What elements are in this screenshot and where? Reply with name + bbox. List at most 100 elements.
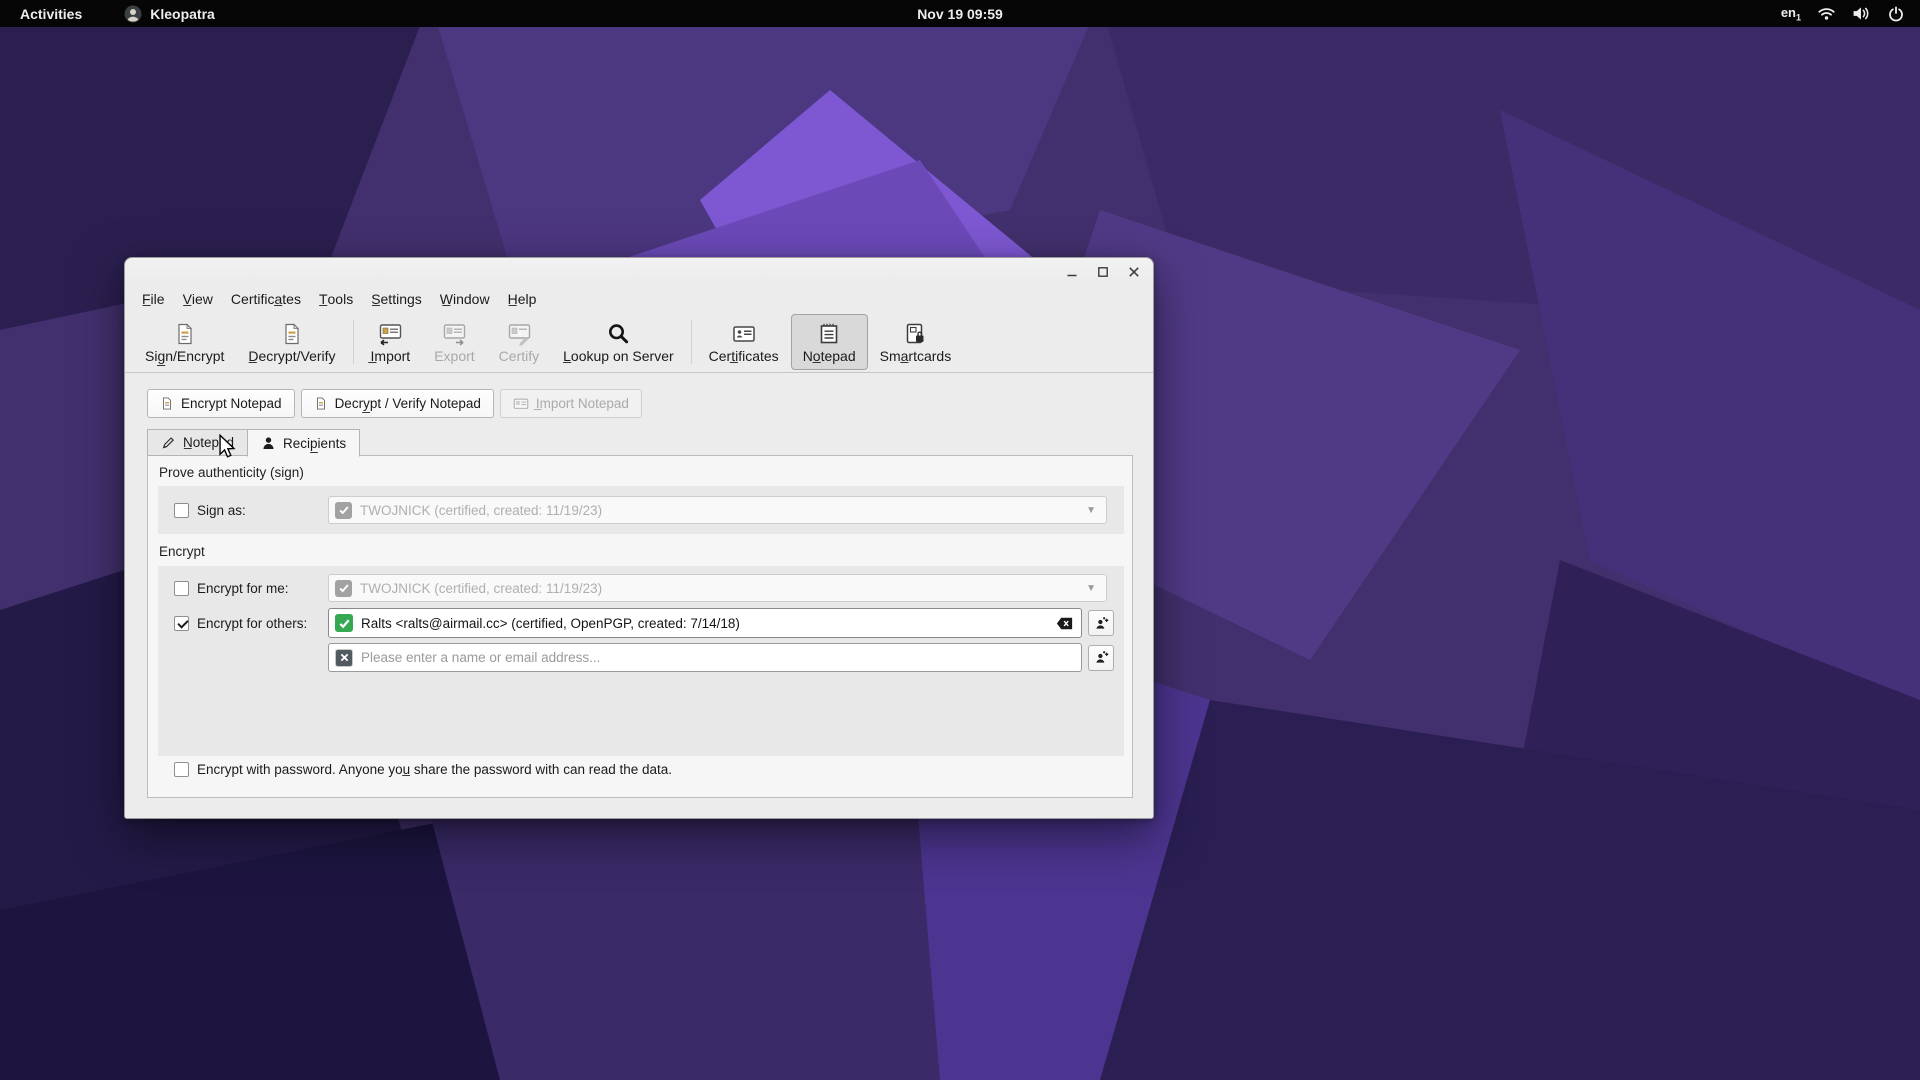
encrypt-section-title: Encrypt <box>159 544 205 559</box>
power-icon <box>1888 6 1904 22</box>
clear-text-icon[interactable] <box>1056 617 1073 630</box>
sign-as-combobox: TWOJNICK (certified, created: 11/19/23) … <box>328 496 1107 524</box>
toolbar-label: No̲tepad <box>803 348 856 364</box>
encrypt-for-me-label: Encrypt for me: <box>197 581 289 596</box>
menu-window[interactable]: W̲indow <box>431 288 499 310</box>
encrypt-for-me-checkbox[interactable] <box>174 581 189 596</box>
volume-icon <box>1852 6 1871 21</box>
app-menu-label: Kleopatra <box>150 6 215 22</box>
toolbar-label: Sma̲rtcards <box>880 348 952 364</box>
mouse-cursor <box>216 434 238 458</box>
minimize-button[interactable] <box>1065 265 1079 279</box>
toolbar-label: Export <box>434 348 474 364</box>
card-icon <box>513 397 529 411</box>
sign-as-label: Sign as: <box>197 503 246 518</box>
encrypt-with-password-label: Encrypt with password. Anyone you̲ share… <box>197 762 672 777</box>
encrypt-for-me-row: Encrypt for me: TWOJNICK (certified, cre… <box>158 568 1124 608</box>
certificate-check-icon-disabled <box>335 502 352 519</box>
main-toolbar: Sig̲n/Encrypt D̲ecrypt/Verify I̲mport Ex… <box>125 312 1153 373</box>
person-icon <box>261 436 276 451</box>
menu-file[interactable]: F̲ile <box>133 288 174 310</box>
toolbar-certify: Certify <box>487 314 551 370</box>
toolbar-label: D̲ecrypt/Verify <box>248 348 335 364</box>
system-status-area[interactable]: en1 <box>1781 0 1920 27</box>
toolbar-sign-encrypt[interactable]: Sig̲n/Encrypt <box>133 314 236 370</box>
document-icon <box>160 396 174 411</box>
notepad-tabs: N̲otepad Recip̲ients <box>147 429 360 457</box>
button-label: Decry̲pt / Verify Notepad <box>335 396 481 411</box>
kleopatra-app-icon <box>124 5 142 23</box>
new-recipient-row <box>158 643 1124 672</box>
add-person-icon <box>1094 650 1109 665</box>
pencil-icon <box>161 435 176 450</box>
encrypt-with-password-row: Encrypt with password. Anyone you̲ share… <box>174 762 672 777</box>
menu-settings[interactable]: S̲ettings <box>362 288 431 310</box>
clock[interactable]: Nov 19 09:59 <box>917 6 1003 22</box>
toolbar-decrypt-verify[interactable]: D̲ecrypt/Verify <box>236 314 347 370</box>
notepad-actions: Encrypt Notepad Decry̲pt / Verify Notepa… <box>147 389 642 418</box>
sign-section-title: Prove authenticity (sign) <box>159 465 304 480</box>
menu-view[interactable]: V̲iew <box>174 288 222 310</box>
toolbar-separator <box>691 320 692 364</box>
recipient-value: Ralts <ralts@airmail.cc> (certified, Ope… <box>361 616 1048 631</box>
menu-help[interactable]: H̲elp <box>499 288 546 310</box>
menu-certificates[interactable]: Certifica̲tes <box>222 288 310 310</box>
encrypt-for-me-value: TWOJNICK (certified, created: 11/19/23) <box>360 581 1078 596</box>
recipient-unknown-icon <box>335 649 353 667</box>
smartcards-icon <box>903 320 927 346</box>
encrypt-notepad-button[interactable]: Encrypt Notepad <box>147 389 295 418</box>
add-person-icon <box>1094 616 1109 631</box>
toolbar-label: Cert̲ificates <box>709 348 779 364</box>
recipients-page: Prove authenticity (sign) Sign as: TWOJN… <box>147 455 1133 798</box>
maximize-button[interactable] <box>1096 265 1110 279</box>
close-button[interactable] <box>1127 265 1141 279</box>
select-certificate-button[interactable] <box>1088 645 1114 671</box>
activities-button[interactable]: Activities <box>14 6 88 22</box>
menu-bar: F̲ile V̲iew Certifica̲tes T̲ools S̲ettin… <box>125 285 1153 312</box>
import-icon <box>377 320 403 346</box>
toolbar-export: Export <box>422 314 486 370</box>
app-menu[interactable]: Kleopatra <box>118 5 221 23</box>
recipient-entry[interactable]: Ralts <ralts@airmail.cc> (certified, Ope… <box>328 608 1082 638</box>
notepad-icon <box>817 320 841 346</box>
chevron-down-icon: ▼ <box>1086 505 1096 516</box>
certify-icon <box>506 320 532 346</box>
encrypt-panel: Encrypt for me: TWOJNICK (certified, cre… <box>158 566 1124 756</box>
search-icon <box>606 320 630 346</box>
export-icon <box>441 320 467 346</box>
select-certificate-button[interactable] <box>1088 610 1114 636</box>
sign-encrypt-icon <box>173 320 197 346</box>
sign-as-checkbox[interactable] <box>174 503 189 518</box>
menu-tools[interactable]: T̲ools <box>310 288 362 310</box>
window-titlebar[interactable] <box>125 258 1153 285</box>
toolbar-separator <box>353 320 354 364</box>
certificate-check-icon-disabled <box>335 580 352 597</box>
toolbar-lookup-on-server[interactable]: L̲ookup on Server <box>551 314 686 370</box>
tab-recipients[interactable]: Recip̲ients <box>247 429 360 457</box>
toolbar-smartcards[interactable]: Sma̲rtcards <box>868 314 964 370</box>
button-label: I̲mport Notepad <box>536 396 629 411</box>
encrypt-for-me-combobox: TWOJNICK (certified, created: 11/19/23) … <box>328 574 1107 602</box>
wifi-icon <box>1818 7 1835 20</box>
toolbar-label: I̲mport <box>371 348 411 364</box>
decrypt-verify-icon <box>280 320 304 346</box>
encrypt-for-others-label: Encrypt for others: <box>197 616 307 631</box>
encrypt-with-password-checkbox[interactable] <box>174 762 189 777</box>
document-icon <box>314 396 328 411</box>
top-bar: Activities Kleopatra Nov 19 09:59 en1 <box>0 0 1920 27</box>
toolbar-notepad[interactable]: No̲tepad <box>791 314 868 370</box>
encrypt-for-others-row: Encrypt for others: Ralts <ralts@airmail… <box>158 608 1124 638</box>
import-notepad-button: I̲mport Notepad <box>500 389 642 418</box>
chevron-down-icon: ▼ <box>1086 583 1096 594</box>
new-recipient-input[interactable] <box>361 650 1073 665</box>
sign-as-value: TWOJNICK (certified, created: 11/19/23) <box>360 503 1078 518</box>
sign-panel: Sign as: TWOJNICK (certified, created: 1… <box>158 486 1124 534</box>
certificates-icon <box>731 320 757 346</box>
recipient-valid-icon <box>335 614 353 632</box>
new-recipient-entry[interactable] <box>328 643 1082 672</box>
encrypt-for-others-checkbox[interactable] <box>174 616 189 631</box>
toolbar-certificates[interactable]: Cert̲ificates <box>697 314 791 370</box>
toolbar-import[interactable]: I̲mport <box>359 314 423 370</box>
toolbar-label: L̲ookup on Server <box>563 348 674 364</box>
decrypt-verify-notepad-button[interactable]: Decry̲pt / Verify Notepad <box>301 389 494 418</box>
